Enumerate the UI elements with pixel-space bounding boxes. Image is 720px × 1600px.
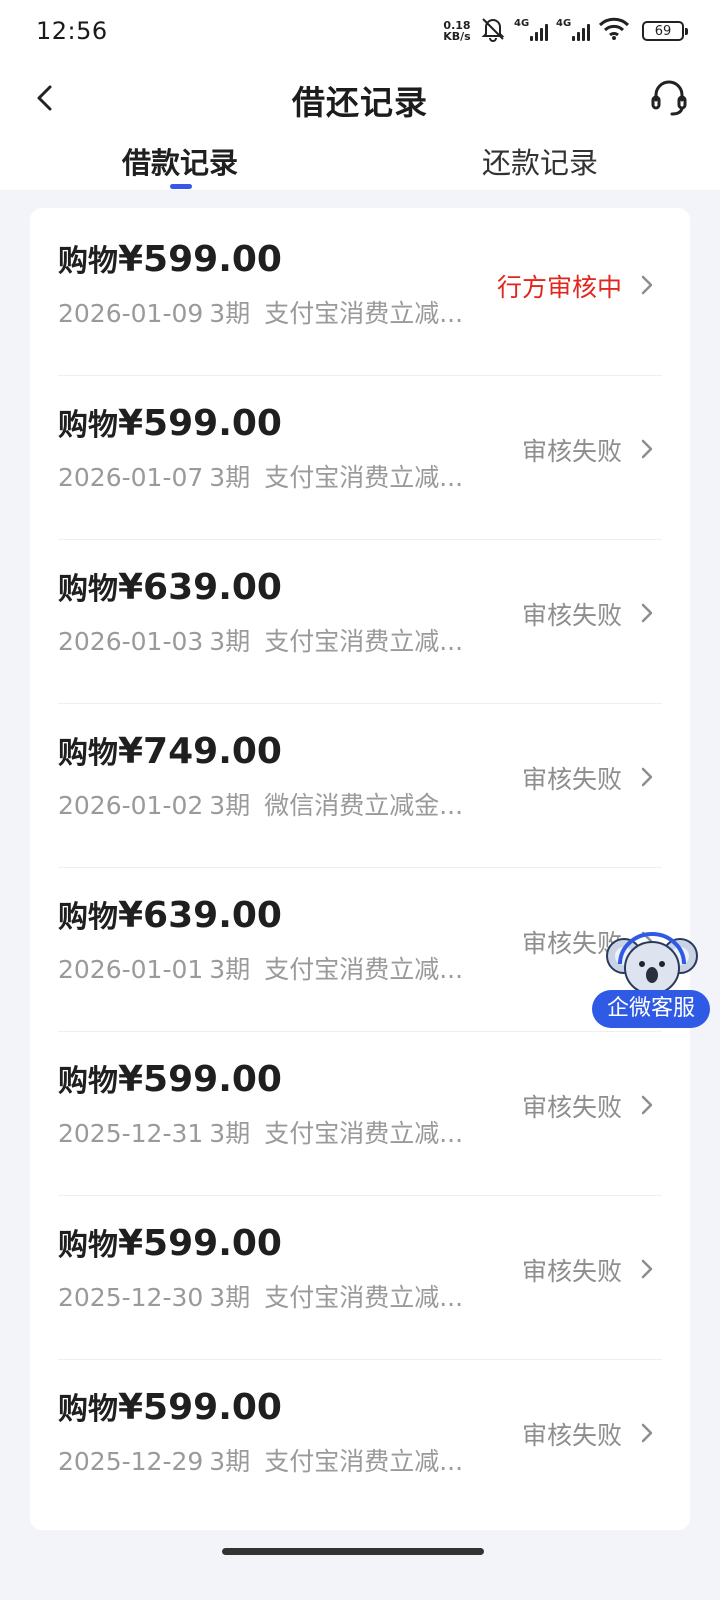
record-detail: 2025-12-31 3期 支付宝消费立减...: [58, 1119, 464, 1148]
record-list: 购物¥599.00 2026-01-09 3期 支付宝消费立减... 行方审核中 购…: [30, 208, 690, 1530]
status-time: 12:56: [36, 17, 108, 45]
record-title: 购物¥599.00: [58, 1387, 282, 1428]
record-detail: 2026-01-01 3期 支付宝消费立减...: [58, 955, 464, 984]
status-badge: 审核失败: [521, 1257, 622, 1286]
list-item[interactable]: 购物¥639.00 2026-01-03 3期 支付宝消费立减... 审核失败: [30, 536, 690, 704]
wifi-icon: [598, 17, 630, 45]
list-item[interactable]: 购物¥599.00 2025-12-31 3期 支付宝消费立减... 审核失败: [30, 1028, 690, 1196]
battery-icon: 69: [642, 21, 688, 41]
record-detail: 2026-01-09 3期 支付宝消费立减...: [58, 299, 464, 328]
status-badge: 行方审核中: [496, 273, 622, 302]
chevron-right-icon: [641, 1423, 653, 1443]
record-detail: 2026-01-02 3期 微信消费立减金...: [58, 791, 464, 820]
chevron-right-icon: [641, 1095, 653, 1115]
cell-signal-1-icon: 4G: [514, 18, 548, 41]
chevron-right-icon: [641, 1259, 653, 1279]
active-tab-indicator: [170, 184, 192, 189]
customer-service-button[interactable]: [648, 76, 690, 118]
list-item[interactable]: 购物¥749.00 2026-01-02 3期 微信消费立减金... 审核失败: [30, 700, 690, 868]
record-detail: 2026-01-03 3期 支付宝消费立减...: [58, 627, 464, 656]
status-icons: 0.18 KB/s 4G 4G 69: [442, 16, 688, 46]
status-badge: 审核失败: [521, 437, 622, 466]
status-badge: 审核失败: [521, 1421, 622, 1450]
chevron-right-icon: [641, 603, 653, 623]
list-item[interactable]: 购物¥599.00 2026-01-09 3期 支付宝消费立减... 行方审核中: [30, 208, 690, 376]
status-bar: 12:56 0.18 KB/s 4G 4G 69: [0, 0, 720, 62]
floating-customer-service[interactable]: 企微客服: [592, 930, 720, 1030]
record-title: 购物¥599.00: [58, 403, 282, 444]
list-item[interactable]: 购物¥639.00 2026-01-01 3期 支付宝消费立减... 审核失败: [30, 864, 690, 1032]
status-badge: 审核失败: [521, 765, 622, 794]
status-badge: 审核失败: [521, 1093, 622, 1122]
page-title: 借还记录: [292, 83, 428, 122]
list-item[interactable]: 购物¥599.00 2025-12-29 3期 支付宝消费立减... 审核失败: [30, 1356, 690, 1524]
record-title: 购物¥599.00: [58, 1223, 282, 1264]
tab-borrow-records[interactable]: 借款记录: [80, 140, 280, 182]
record-title: 购物¥599.00: [58, 1059, 282, 1100]
chevron-right-icon: [641, 767, 653, 787]
chevron-right-icon: [641, 275, 653, 295]
record-tabs: 借款记录 还款记录: [0, 134, 720, 190]
record-detail: 2025-12-30 3期 支付宝消费立减...: [58, 1283, 464, 1312]
bell-muted-icon: [480, 16, 506, 46]
headset-icon: [651, 80, 687, 116]
home-indicator[interactable]: [222, 1548, 484, 1555]
floating-service-label: 企微客服: [592, 990, 710, 1028]
chevron-right-icon: [641, 439, 653, 459]
record-title: 购物¥749.00: [58, 731, 282, 772]
record-title: 购物¥639.00: [58, 567, 282, 608]
net-speed-indicator: 0.18 KB/s: [443, 19, 471, 43]
list-item[interactable]: 购物¥599.00 2025-12-30 3期 支付宝消费立减... 审核失败: [30, 1192, 690, 1360]
cell-signal-2-icon: 4G: [556, 18, 590, 41]
record-detail: 2025-12-29 3期 支付宝消费立减...: [58, 1447, 464, 1476]
nav-header: 借还记录: [0, 62, 720, 134]
record-title: 购物¥599.00: [58, 239, 282, 280]
list-item[interactable]: 购物¥599.00 2026-01-07 3期 支付宝消费立减... 审核失败: [30, 372, 690, 540]
record-title: 购物¥639.00: [58, 895, 282, 936]
status-badge: 审核失败: [521, 601, 622, 630]
tab-repay-records[interactable]: 还款记录: [440, 140, 640, 182]
record-detail: 2026-01-07 3期 支付宝消费立减...: [58, 463, 464, 492]
